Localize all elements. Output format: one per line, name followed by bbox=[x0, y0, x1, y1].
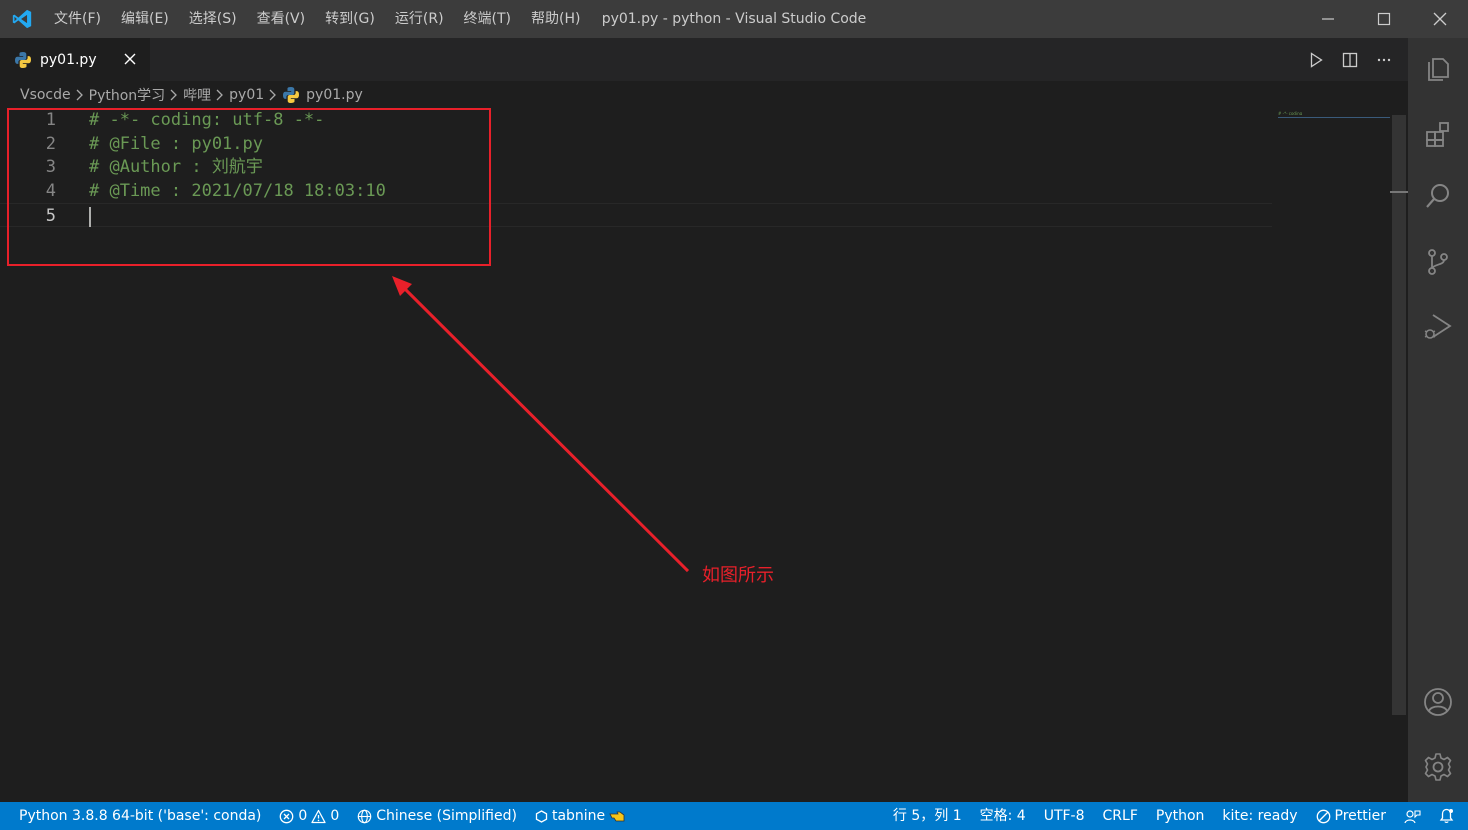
annotation-label: 如图所示 bbox=[702, 565, 774, 586]
notifications-button[interactable] bbox=[1430, 808, 1468, 824]
error-icon bbox=[280, 809, 294, 823]
editor-actions bbox=[1306, 38, 1394, 81]
more-actions-button[interactable] bbox=[1374, 50, 1394, 70]
breadcrumb-item[interactable]: py01 bbox=[229, 87, 264, 103]
breadcrumb-item[interactable]: Python学习 bbox=[89, 85, 166, 105]
tab-close-button[interactable] bbox=[120, 49, 140, 69]
title-bar: 文件(F) 编辑(E) 选择(S) 查看(V) 转到(G) 运行(R) 终端(T… bbox=[0, 0, 1468, 38]
warning-icon bbox=[311, 809, 326, 823]
maximize-button[interactable] bbox=[1356, 0, 1412, 38]
explorer-button[interactable] bbox=[1408, 38, 1468, 98]
python-file-icon bbox=[283, 87, 300, 103]
problems-indicator[interactable]: 0 0 bbox=[270, 802, 348, 830]
tabnine-indicator[interactable]: tabnine bbox=[526, 802, 636, 830]
bell-icon bbox=[1439, 808, 1454, 823]
chevron-right-icon bbox=[268, 89, 278, 101]
explorer-icon bbox=[1428, 58, 1449, 81]
prettier-disabled-icon bbox=[1316, 809, 1330, 823]
breadcrumb: Vsocde Python学习 哔哩 py01 py01.py bbox=[0, 81, 1408, 109]
menu-run[interactable]: 运行(R) bbox=[385, 0, 454, 38]
end-of-line-selector[interactable]: CRLF bbox=[1094, 802, 1147, 830]
menu-terminal[interactable]: 终端(T) bbox=[454, 0, 521, 38]
search-icon bbox=[1426, 184, 1449, 208]
feedback-button[interactable] bbox=[1395, 809, 1430, 824]
menu-go[interactable]: 转到(G) bbox=[315, 0, 385, 38]
chevron-right-icon bbox=[169, 89, 179, 101]
menu-selection[interactable]: 选择(S) bbox=[179, 0, 247, 38]
tabnine-label: tabnine bbox=[551, 808, 606, 824]
editor-scrollbar[interactable] bbox=[1390, 109, 1408, 802]
manage-settings-button[interactable] bbox=[1408, 737, 1468, 797]
menu-edit[interactable]: 编辑(E) bbox=[111, 0, 179, 38]
close-icon bbox=[1433, 12, 1447, 26]
globe-icon bbox=[357, 809, 372, 823]
scrollbar-thumb[interactable] bbox=[1392, 115, 1406, 715]
cursor-position[interactable]: 行 5，列 1 bbox=[884, 802, 971, 830]
menu-help[interactable]: 帮助(H) bbox=[521, 0, 590, 38]
split-editor-icon bbox=[1342, 52, 1358, 67]
settings-gear-icon bbox=[1424, 753, 1452, 781]
vscode-logo-icon bbox=[0, 0, 44, 38]
account-icon bbox=[1424, 688, 1452, 716]
feedback-icon bbox=[1404, 809, 1421, 823]
search-button[interactable] bbox=[1408, 166, 1468, 226]
split-editor-button[interactable] bbox=[1340, 50, 1360, 70]
editor-tab-strip: py01.py bbox=[0, 38, 1408, 81]
minimap[interactable]: # -*- coding bbox=[1278, 111, 1318, 115]
close-window-button[interactable] bbox=[1412, 0, 1468, 38]
minimap-viewport bbox=[1278, 117, 1390, 118]
python-interpreter-selector[interactable]: Python 3.8.8 64-bit ('base': conda) bbox=[0, 802, 270, 830]
run-debug-icon bbox=[1424, 314, 1452, 339]
tab-label: py01.py bbox=[40, 51, 97, 68]
breadcrumb-item: py01.py bbox=[306, 87, 363, 103]
menu-bar: 文件(F) 编辑(E) 选择(S) 查看(V) 转到(G) 运行(R) 终端(T… bbox=[44, 0, 590, 38]
status-bar: Python 3.8.8 64-bit ('base': conda) 0 0 … bbox=[0, 802, 1468, 830]
breadcrumb-file[interactable]: py01.py bbox=[282, 86, 363, 104]
indentation-selector[interactable]: 空格: 4 bbox=[971, 802, 1035, 830]
accounts-button[interactable] bbox=[1408, 672, 1468, 732]
ellipsis-icon bbox=[1377, 58, 1391, 61]
tab-py01[interactable]: py01.py bbox=[0, 38, 150, 81]
tabnine-icon bbox=[535, 809, 548, 823]
scrollbar-cursor-marker bbox=[1390, 191, 1408, 193]
source-control-button[interactable] bbox=[1408, 232, 1468, 292]
extensions-icon bbox=[1426, 122, 1449, 147]
error-count: 0 bbox=[298, 808, 308, 824]
maximize-icon bbox=[1377, 12, 1391, 26]
minimize-icon bbox=[1322, 18, 1334, 20]
kite-status[interactable]: kite: ready bbox=[1213, 802, 1306, 830]
pointing-hand-icon bbox=[609, 811, 625, 822]
activity-bar bbox=[1408, 38, 1468, 802]
breadcrumb-item[interactable]: 哔哩 bbox=[183, 85, 211, 105]
prettier-label: Prettier bbox=[1334, 808, 1387, 824]
menu-file[interactable]: 文件(F) bbox=[44, 0, 111, 38]
run-debug-button[interactable] bbox=[1408, 296, 1468, 356]
python-file-icon bbox=[15, 51, 31, 68]
extensions-button[interactable] bbox=[1408, 104, 1468, 164]
play-icon bbox=[1310, 51, 1323, 68]
close-icon bbox=[124, 53, 136, 65]
minimize-button[interactable] bbox=[1300, 0, 1356, 38]
menu-view[interactable]: 查看(V) bbox=[247, 0, 316, 38]
chevron-right-icon bbox=[75, 89, 85, 101]
source-control-icon bbox=[1428, 249, 1448, 275]
annotation-highlight-box bbox=[7, 108, 491, 266]
breadcrumb-item[interactable]: Vsocde bbox=[20, 87, 71, 103]
language-pack-indicator[interactable]: Chinese (Simplified) bbox=[348, 802, 526, 830]
language-pack-label: Chinese (Simplified) bbox=[376, 808, 517, 824]
encoding-selector[interactable]: UTF-8 bbox=[1035, 802, 1094, 830]
language-mode-selector[interactable]: Python bbox=[1147, 802, 1214, 830]
warning-count: 0 bbox=[330, 808, 340, 824]
prettier-status[interactable]: Prettier bbox=[1307, 802, 1396, 830]
run-python-file-button[interactable] bbox=[1306, 50, 1326, 70]
chevron-right-icon bbox=[215, 89, 225, 101]
window-controls bbox=[1300, 0, 1468, 38]
